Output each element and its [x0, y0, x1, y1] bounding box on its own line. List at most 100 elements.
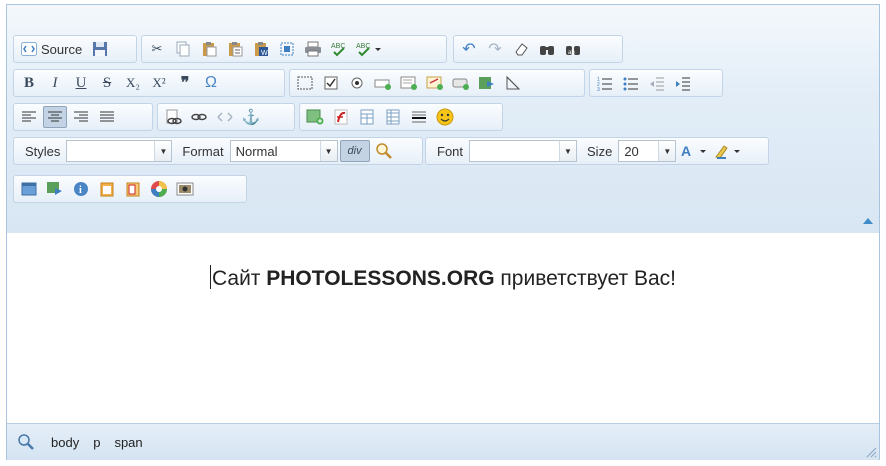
- copy-button[interactable]: [171, 38, 195, 60]
- resize-grip-icon[interactable]: [865, 446, 877, 458]
- editor-content-area[interactable]: Сайт PHOTOLESSONS.ORG приветствует Вас!: [7, 233, 879, 423]
- styles-combo[interactable]: ▼: [66, 140, 173, 162]
- image-button[interactable]: [303, 106, 327, 128]
- subscript-button[interactable]: X₂: [121, 72, 145, 94]
- save-button[interactable]: [88, 38, 112, 60]
- table-button[interactable]: [355, 106, 379, 128]
- paste-text-button[interactable]: [223, 38, 247, 60]
- toolbar-group-insert: [299, 103, 503, 131]
- paste-button[interactable]: [197, 38, 221, 60]
- replace-button[interactable]: ab: [561, 38, 585, 60]
- redo-button[interactable]: ↷: [483, 38, 507, 60]
- anchor-button[interactable]: [213, 106, 237, 128]
- toolbar-group-history: ↶ ↷ ab: [453, 35, 623, 63]
- link-button[interactable]: [161, 106, 185, 128]
- scayt-button[interactable]: ABC: [353, 38, 385, 60]
- remove-format-button[interactable]: [509, 38, 533, 60]
- create-div-button[interactable]: div: [339, 140, 370, 162]
- hidden-field-icon: [505, 75, 521, 91]
- smiley-button[interactable]: [433, 106, 457, 128]
- toolbar-group-tools: i: [13, 175, 247, 203]
- bulleted-list-button[interactable]: [619, 72, 643, 94]
- bold-glyph: B: [23, 74, 34, 91]
- image-button-button[interactable]: [475, 72, 499, 94]
- strike-button[interactable]: S: [95, 72, 119, 94]
- paste-word-button[interactable]: W: [249, 38, 273, 60]
- svg-text:ab: ab: [568, 50, 575, 56]
- picture-icon: [176, 182, 194, 196]
- show-blocks-button[interactable]: [43, 178, 67, 200]
- text-field-button[interactable]: [371, 72, 395, 94]
- outdent-icon: [649, 75, 665, 91]
- paste-icon: [201, 41, 217, 57]
- insert-anchor-button[interactable]: ⚓: [239, 106, 263, 128]
- page-table-button[interactable]: [381, 106, 405, 128]
- eraser-icon: [513, 41, 529, 57]
- chevron-down-icon: ▼: [319, 141, 337, 161]
- superscript-button[interactable]: X²: [147, 72, 171, 94]
- source-label: Source: [41, 41, 83, 57]
- templates-icon: [99, 181, 115, 197]
- magnifier-icon[interactable]: [15, 431, 37, 453]
- printer-icon: [304, 41, 322, 57]
- button-button[interactable]: [449, 72, 473, 94]
- bold-button[interactable]: B: [17, 72, 41, 94]
- align-left-button[interactable]: [17, 106, 41, 128]
- templates-button[interactable]: [95, 178, 119, 200]
- indent-button[interactable]: [671, 72, 695, 94]
- textarea-button[interactable]: [397, 72, 421, 94]
- find-button[interactable]: [535, 38, 559, 60]
- radio-button[interactable]: [345, 72, 369, 94]
- spellcheck-button[interactable]: ABC: [327, 38, 351, 60]
- text-color-icon: A: [680, 143, 708, 159]
- collapse-toolbar-icon[interactable]: [863, 218, 873, 224]
- hidden-field-button[interactable]: [501, 72, 525, 94]
- align-right-button[interactable]: [69, 106, 93, 128]
- align-justify-button[interactable]: [95, 106, 119, 128]
- paste-word-icon: W: [253, 41, 269, 57]
- form-button[interactable]: [293, 72, 317, 94]
- horizontal-rule-icon: [411, 109, 427, 125]
- cut-button[interactable]: ✂: [145, 38, 169, 60]
- source-button[interactable]: Source: [17, 38, 86, 60]
- flash-button[interactable]: [329, 106, 353, 128]
- toolbar-group-links: ⚓: [157, 103, 295, 131]
- path-item-span[interactable]: span: [114, 435, 142, 450]
- superscript-glyph: X²: [152, 75, 166, 90]
- format-combo[interactable]: Normal ▼: [229, 140, 338, 162]
- anchor-icon: ⚓: [241, 109, 261, 126]
- checkbox-button[interactable]: [319, 72, 343, 94]
- undo-button[interactable]: ↶: [457, 38, 481, 60]
- outdent-button[interactable]: [645, 72, 669, 94]
- insert-image-button[interactable]: [173, 178, 197, 200]
- magnifier-button[interactable]: [372, 140, 396, 162]
- select-all-button[interactable]: [275, 38, 299, 60]
- preview-button[interactable]: [121, 178, 145, 200]
- align-center-button[interactable]: [43, 106, 67, 128]
- bg-color-button[interactable]: [712, 140, 744, 162]
- numbered-list-button[interactable]: 123: [593, 72, 617, 94]
- content-text-bold: PHOTOLESSONS.ORG: [266, 267, 495, 290]
- blockquote-button[interactable]: ❞: [173, 72, 197, 94]
- styles-label: Styles: [25, 143, 61, 159]
- path-item-p[interactable]: p: [93, 435, 100, 450]
- toolbar-group-styles: Styles ▼ Format Normal ▼ div: [13, 137, 423, 165]
- maximize-button[interactable]: [17, 178, 41, 200]
- underline-button[interactable]: U: [69, 72, 93, 94]
- select-button[interactable]: [423, 72, 447, 94]
- font-combo[interactable]: ▼: [469, 140, 578, 162]
- special-char-button[interactable]: Ω: [199, 72, 223, 94]
- link-icon: [164, 109, 182, 125]
- horizontal-rule-button[interactable]: [407, 106, 431, 128]
- italic-button[interactable]: I: [43, 72, 67, 94]
- print-button[interactable]: [301, 38, 325, 60]
- unlink-button[interactable]: [187, 106, 211, 128]
- table-icon: [359, 109, 375, 125]
- svg-text:A: A: [681, 143, 691, 159]
- size-combo[interactable]: 20 ▼: [618, 140, 677, 162]
- color-picker-button[interactable]: [147, 178, 171, 200]
- about-button[interactable]: i: [69, 178, 93, 200]
- text-color-button[interactable]: A: [678, 140, 710, 162]
- bg-color-icon: [714, 143, 742, 159]
- path-item-body[interactable]: body: [51, 435, 79, 450]
